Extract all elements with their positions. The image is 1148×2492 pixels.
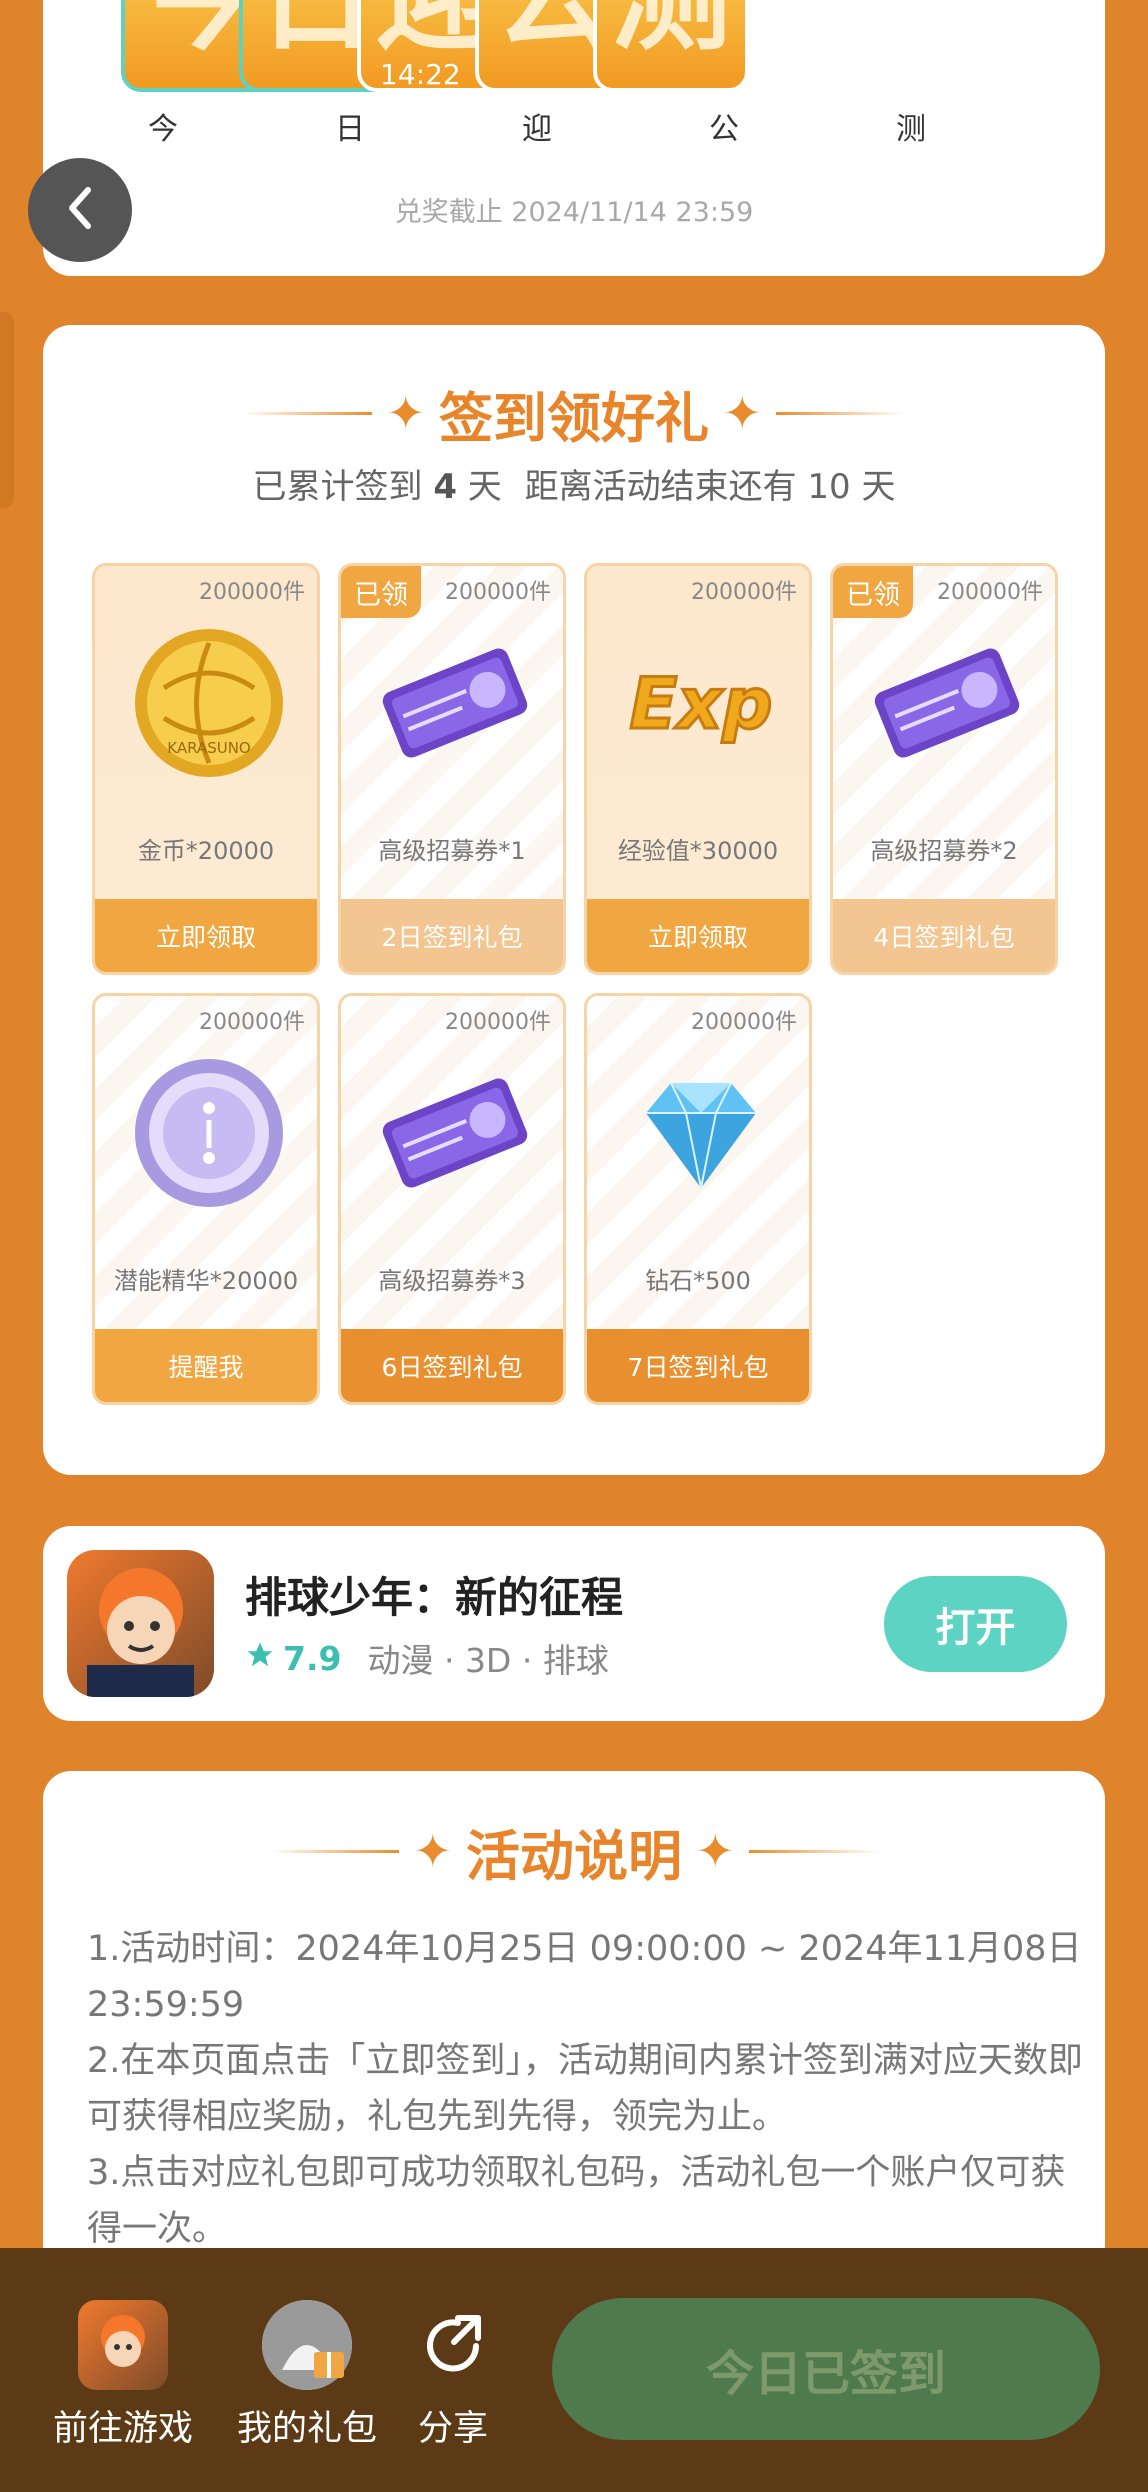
- game-icon[interactable]: [67, 1550, 214, 1697]
- banner-card: 今 日 迎 公 测 今 日 迎 公 测 兑奖截止 2024/11/14 23:5…: [43, 0, 1105, 276]
- reward-stock: 200000件: [445, 580, 551, 605]
- reward-card[interactable]: 200000件 高级招募券*3 6日签到礼包: [338, 993, 566, 1405]
- reward-name: 经验值*30000: [617, 837, 779, 865]
- reward-name: 钻石*500: [645, 1267, 751, 1295]
- goto-game-label: 前往游戏: [52, 2409, 193, 2449]
- my-gifts-label: 我的礼包: [236, 2409, 377, 2449]
- ticket-icon: [862, 618, 1032, 788]
- banner-tile-label: 测: [896, 112, 926, 147]
- reward-stock: 200000件: [937, 580, 1043, 605]
- reward-name: 高级招募券*2: [870, 837, 1018, 865]
- status-time: 14:22: [380, 58, 461, 91]
- share-icon: [408, 2300, 498, 2390]
- banner-tile: 测: [593, 0, 749, 92]
- coin-icon: KARASUNO: [124, 618, 294, 788]
- banner-tile-label: 日: [335, 112, 365, 147]
- open-game-button[interactable]: 打开: [884, 1576, 1067, 1672]
- reward-card[interactable]: 200000件 Exp 经验值*30000 立即领取: [584, 563, 812, 975]
- game-title: 排球少年：新的征程: [245, 1573, 624, 1622]
- title-divider: [748, 1849, 879, 1853]
- game-tags: 动漫 · 3D · 排球: [367, 1641, 609, 1680]
- reward-name: 高级招募券*3: [378, 1267, 526, 1295]
- wifi-icon: [880, 58, 922, 88]
- reward-name: 高级招募券*1: [378, 837, 526, 865]
- signed-today-button[interactable]: 今日已签到: [552, 2298, 1100, 2440]
- redeem-deadline: 兑奖截止 2024/11/14 23:59: [394, 197, 754, 228]
- reward-name: 金币*20000: [137, 837, 275, 865]
- game-rating: 7.9: [283, 1638, 342, 1678]
- days-signed: 4: [433, 467, 457, 507]
- reward-name: 潜能精华*20000: [113, 1267, 299, 1295]
- back-button[interactable]: [28, 158, 132, 262]
- sparkle-icon: ✦: [386, 386, 425, 440]
- ticket-icon: [370, 1048, 540, 1218]
- sparkle-icon: ✦: [723, 386, 762, 440]
- claim-button[interactable]: 立即领取: [587, 899, 809, 972]
- sparkle-icon: ✦: [413, 1824, 452, 1878]
- remind-button[interactable]: 提醒我: [95, 1329, 317, 1402]
- reward-card[interactable]: 200000件 钻石*500 7日签到礼包: [584, 993, 812, 1405]
- star-icon: [245, 1639, 275, 1678]
- gift-pack-button[interactable]: 4日签到礼包: [833, 899, 1055, 972]
- game-meta: 7.9 动漫 · 3D · 排球: [245, 1634, 609, 1682]
- reward-stock: 200000件: [691, 1010, 797, 1035]
- signin-title: 签到领好礼: [439, 386, 709, 450]
- reward-stock: 200000件: [445, 1010, 551, 1035]
- rules-title: 活动说明: [466, 1824, 682, 1888]
- gift-icon: [262, 2300, 352, 2390]
- rules-text: 1.活动时间：2024年10月25日 09:00:00 ~ 2024年11月08…: [87, 1921, 1087, 2257]
- banner-tile-label: 迎: [522, 112, 552, 147]
- banner-tile-label: 公: [709, 112, 739, 147]
- signin-progress: 已累计签到 4 天 距离活动结束还有 10 天: [252, 467, 896, 507]
- remaining-days: 距离活动结束还有 10 天: [524, 467, 896, 507]
- sparkle-icon: ✦: [696, 1824, 735, 1878]
- battery-icon: [986, 60, 1016, 88]
- claimed-badge: 已领: [341, 566, 421, 618]
- share-button[interactable]: 分享: [378, 2300, 528, 2451]
- reward-stock: 200000件: [691, 580, 797, 605]
- game-avatar-icon: [78, 2300, 168, 2390]
- title-divider: [775, 411, 906, 415]
- gift-pack-button[interactable]: 2日签到礼包: [341, 899, 563, 972]
- exp-icon: Exp: [616, 618, 786, 788]
- rules-title-row: ✦ 活动说明 ✦: [43, 1811, 1105, 1891]
- claim-button[interactable]: 立即领取: [95, 899, 317, 972]
- reward-card[interactable]: 200000件 KARASUNO 金币*20000 立即领取: [92, 563, 320, 975]
- my-gifts-button[interactable]: 我的礼包: [232, 2300, 382, 2451]
- rules-line: 3.点击对应礼包即可成功领取礼包码，活动礼包一个账户仅可获得一次。: [87, 2153, 1066, 2249]
- banner-tile-label: 今: [148, 112, 178, 147]
- reward-card[interactable]: 200000件 潜能精华*20000 提醒我: [92, 993, 320, 1405]
- ticket-icon: [370, 618, 540, 788]
- bottom-action-bar: 前往游戏 我的礼包 分享 今日已签到: [0, 2248, 1148, 2492]
- claimed-badge: 已领: [833, 566, 913, 618]
- essence-icon: [124, 1048, 294, 1218]
- signin-title-row: ✦ 签到领好礼 ✦: [43, 373, 1105, 453]
- rules-line: 1.活动时间：2024年10月25日 09:00:00 ~ 2024年11月08…: [87, 1929, 1082, 2025]
- gift-pack-button[interactable]: 7日签到礼包: [587, 1329, 809, 1402]
- game-card[interactable]: 排球少年：新的征程 7.9 动漫 · 3D · 排球 打开: [43, 1526, 1105, 1721]
- reward-card[interactable]: 已领 200000件 高级招募券*2 4日签到礼包: [830, 563, 1058, 975]
- svg-text:KARASUNO: KARASUNO: [167, 739, 250, 757]
- reward-stock: 200000件: [199, 580, 305, 605]
- goto-game-button[interactable]: 前往游戏: [48, 2300, 198, 2451]
- svg-text:Exp: Exp: [629, 663, 772, 745]
- gift-pack-button[interactable]: 6日签到礼包: [341, 1329, 563, 1402]
- side-drawer-handle[interactable]: [0, 312, 14, 508]
- signin-card: ✦ 签到领好礼 ✦ 已累计签到 4 天 距离活动结束还有 10 天 200000…: [43, 325, 1105, 1475]
- title-divider: [269, 1849, 400, 1853]
- reward-card[interactable]: 已领 200000件 高级招募券*1 2日签到礼包: [338, 563, 566, 975]
- title-divider: [242, 411, 373, 415]
- share-label: 分享: [417, 2409, 488, 2449]
- diamond-icon: [616, 1048, 786, 1218]
- reward-stock: 200000件: [199, 1010, 305, 1035]
- status-icons: 6 4G: [880, 58, 1016, 88]
- rules-line: 2.在本页面点击「立即签到」，活动期间内累计签到满对应天数即可获得相应奖励，礼包…: [87, 2041, 1083, 2137]
- network-label: 6 4G: [921, 60, 979, 88]
- chevron-left-icon: [60, 184, 100, 236]
